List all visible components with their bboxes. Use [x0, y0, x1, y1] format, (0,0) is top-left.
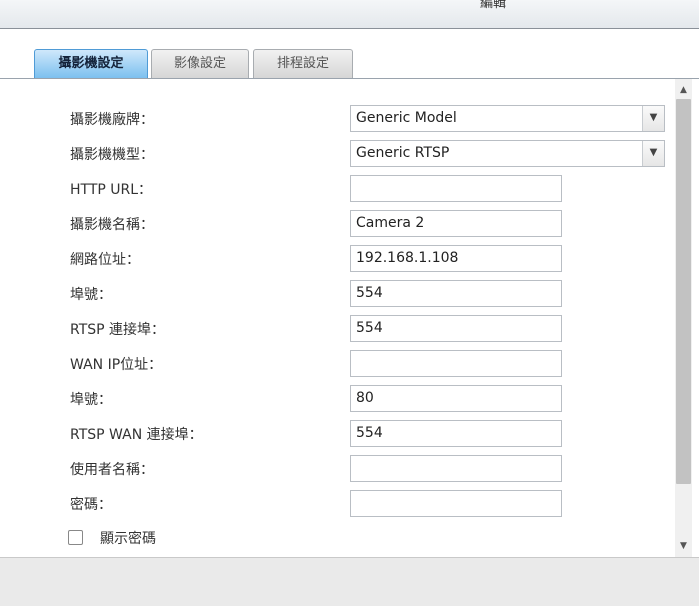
chevron-down-icon[interactable]: ▼	[642, 141, 664, 166]
window-title: 編輯	[480, 0, 507, 11]
model-label: 攝影機機型：	[70, 147, 154, 163]
triangle-up-icon[interactable]: ▲	[675, 81, 692, 99]
wan-ip-input[interactable]	[350, 350, 562, 377]
model-row: 攝影機機型： Generic RTSP ▼	[0, 140, 670, 168]
rtsp-port-label: RTSP 連接埠：	[70, 322, 166, 338]
show-password-checkbox[interactable]	[68, 530, 83, 545]
http-url-row: HTTP URL：	[0, 175, 670, 203]
model-select-value: Generic RTSP	[356, 145, 450, 161]
rtsp-port-input[interactable]: 554	[350, 315, 562, 342]
model-select[interactable]: Generic RTSP ▼	[350, 140, 665, 167]
brand-select[interactable]: Generic Model ▼	[350, 105, 665, 132]
scrollbar-thumb[interactable]	[676, 99, 691, 484]
ip-address-input[interactable]: 192.168.1.108	[350, 245, 562, 272]
wan-ip-label: WAN IP位址：	[70, 357, 163, 373]
port-label: 埠號：	[70, 287, 112, 303]
triangle-down-icon[interactable]: ▼	[675, 537, 692, 555]
show-password-label[interactable]: 顯示密碼	[100, 528, 156, 548]
username-input[interactable]	[350, 455, 562, 482]
http-url-input[interactable]	[350, 175, 562, 202]
ip-address-label: 網路位址：	[70, 252, 140, 268]
show-password-row: 顯示密碼	[68, 528, 268, 548]
window-titlebar: 編輯	[0, 0, 699, 29]
wan-port-label: 埠號：	[70, 392, 112, 408]
camera-name-label: 攝影機名稱：	[70, 217, 154, 233]
password-label: 密碼：	[70, 497, 112, 513]
camera-name-row: 攝影機名稱： Camera 2	[0, 210, 670, 238]
tab-schedule-settings[interactable]: 排程設定	[253, 49, 353, 78]
tab-video-settings[interactable]: 影像設定	[151, 49, 249, 78]
rtsp-wan-port-label: RTSP WAN 連接埠：	[70, 427, 203, 443]
port-row: 埠號： 554	[0, 280, 670, 308]
ip-address-row: 網路位址： 192.168.1.108	[0, 245, 670, 273]
rtsp-wan-port-row: RTSP WAN 連接埠： 554	[0, 420, 670, 448]
camera-name-input[interactable]: Camera 2	[350, 210, 562, 237]
wan-ip-row: WAN IP位址：	[0, 350, 670, 378]
http-url-label: HTTP URL：	[70, 182, 153, 198]
port-input[interactable]: 554	[350, 280, 562, 307]
rtsp-wan-port-input[interactable]: 554	[350, 420, 562, 447]
brand-label: 攝影機廠牌：	[70, 112, 154, 128]
password-input[interactable]	[350, 490, 562, 517]
wan-port-row: 埠號： 80	[0, 385, 670, 413]
wan-port-input[interactable]: 80	[350, 385, 562, 412]
brand-row: 攝影機廠牌： Generic Model ▼	[0, 105, 670, 133]
camera-settings-panel: 攝影機廠牌： Generic Model ▼ 攝影機機型： Generic RT…	[0, 79, 699, 557]
chevron-down-icon[interactable]: ▼	[642, 106, 664, 131]
password-row: 密碼：	[0, 490, 670, 518]
dialog-footer	[0, 557, 699, 606]
vertical-scrollbar[interactable]: ▲ ▼	[675, 79, 692, 557]
brand-select-value: Generic Model	[356, 110, 457, 126]
username-label: 使用者名稱：	[70, 462, 154, 478]
username-row: 使用者名稱：	[0, 455, 670, 483]
tab-bar: 攝影機設定 影像設定 排程設定	[0, 29, 699, 79]
tab-camera-settings[interactable]: 攝影機設定	[34, 49, 148, 78]
rtsp-port-row: RTSP 連接埠： 554	[0, 315, 670, 343]
